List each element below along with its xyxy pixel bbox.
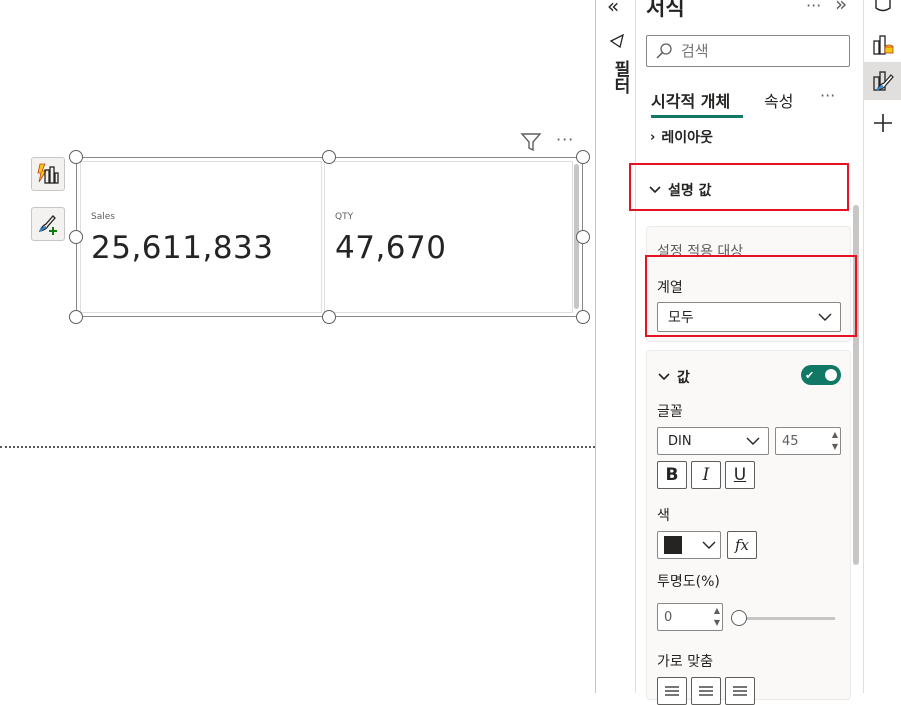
resize-handle-left[interactable] <box>69 230 83 244</box>
font-size-value: 45 <box>782 433 799 449</box>
alignment-label: 가로 맞춤 <box>657 654 713 670</box>
transparency-slider-track[interactable] <box>739 617 835 620</box>
add-pane-icon[interactable] <box>868 108 898 138</box>
build-visual-icon[interactable] <box>868 30 898 60</box>
align-right-icon <box>733 686 747 696</box>
align-center-button[interactable] <box>691 677 721 705</box>
transparency-slider-thumb[interactable] <box>731 610 747 626</box>
active-tab-indicator <box>651 115 743 118</box>
search-icon <box>656 43 672 59</box>
transparency-label: 투명도(%) <box>657 574 720 590</box>
data-pane-icon[interactable] <box>868 0 898 20</box>
card-value: 25,611,833 <box>91 230 274 266</box>
chevron-right-icon: › <box>650 130 656 145</box>
bold-button[interactable]: B <box>657 461 687 489</box>
stepper-arrows-icon[interactable]: ▲ ▼ <box>714 605 720 629</box>
checkmark-icon: ✔ <box>805 368 815 382</box>
chevron-down-icon <box>702 541 716 549</box>
color-label: 색 <box>657 508 670 524</box>
visual-lightning-icon <box>37 163 59 184</box>
resize-handle-top-right[interactable] <box>576 150 590 164</box>
values-title: 값 <box>677 370 690 386</box>
font-family-dropdown[interactable]: DIN <box>657 427 769 455</box>
visual-more-options[interactable]: ··· <box>556 130 574 149</box>
page-boundary-line <box>0 446 595 448</box>
resize-handle-bottom-right[interactable] <box>576 310 590 324</box>
transparency-value: 0 <box>664 609 673 625</box>
card-value: 47,670 <box>335 230 447 266</box>
filter-pane-label: 필터 <box>610 60 630 94</box>
tab-visual[interactable]: 시각적 개체 <box>651 88 730 112</box>
resize-handle-bottom[interactable] <box>322 310 336 324</box>
color-swatch <box>664 536 682 554</box>
values-card: 값 글꼴 DIN 45 ▲ ▼ B I U 색 fx 투명도(%) 0 ▲ ▼ 가로… <box>646 350 851 705</box>
quick-insights-button[interactable] <box>31 157 65 191</box>
collapse-pane-icon[interactable]: » <box>835 0 847 16</box>
chevron-down-icon <box>658 373 670 381</box>
expand-filters-icon[interactable]: « <box>607 0 619 18</box>
transparency-stepper[interactable]: 0 ▲ ▼ <box>657 603 723 631</box>
section-clip <box>636 122 853 130</box>
values-toggle[interactable]: ✔ <box>801 365 841 385</box>
font-size-stepper[interactable]: 45 ▲ ▼ <box>775 427 841 455</box>
stepper-arrows-icon[interactable]: ▲ ▼ <box>832 429 838 453</box>
card-qty[interactable]: QTY 47,670 <box>324 161 573 313</box>
filter-funnel-icon <box>609 33 624 52</box>
card-label: QTY <box>335 212 354 222</box>
italic-button[interactable]: I <box>691 461 721 489</box>
tab-general[interactable]: 속성 <box>764 88 793 112</box>
resize-handle-bottom-left[interactable] <box>69 310 83 324</box>
values-section-header[interactable]: 값 <box>657 367 690 387</box>
font-family-value: DIN <box>668 433 692 449</box>
color-picker[interactable] <box>657 531 721 559</box>
resize-handle-top[interactable] <box>322 150 336 164</box>
search-input[interactable] <box>679 41 839 61</box>
report-canvas[interactable] <box>0 0 595 693</box>
chevron-down-icon <box>746 437 760 445</box>
resize-handle-right[interactable] <box>576 230 590 244</box>
filter-visual-icon[interactable] <box>520 131 542 157</box>
tabs-more-options[interactable]: ··· <box>820 86 835 105</box>
align-right-button[interactable] <box>725 677 755 705</box>
highlight-box-series <box>645 255 857 337</box>
align-left-button[interactable] <box>657 677 687 705</box>
section-layout-label: 레이아웃 <box>661 130 713 146</box>
align-left-icon <box>665 686 679 696</box>
card-label: Sales <box>91 212 115 222</box>
highlight-box-callout <box>629 163 849 211</box>
card-sales[interactable]: Sales 25,611,833 <box>80 161 322 313</box>
pane-switcher-rail <box>863 0 901 693</box>
pane-more-options[interactable]: ··· <box>806 0 821 15</box>
paintbrush-add-icon <box>38 215 57 235</box>
font-label: 글꼴 <box>657 404 683 420</box>
conditional-format-button[interactable]: fx <box>727 531 757 559</box>
resize-handle-top-left[interactable] <box>69 150 83 164</box>
pane-title: 서식 <box>646 0 685 20</box>
align-center-icon <box>699 686 713 696</box>
format-visual-button[interactable] <box>31 207 65 241</box>
search-box[interactable] <box>646 35 850 67</box>
toggle-knob <box>825 369 837 381</box>
underline-button[interactable]: U <box>725 461 755 489</box>
format-visual-icon[interactable] <box>868 66 898 96</box>
section-layout[interactable]: › 레이아웃 <box>650 130 713 150</box>
filter-pane-collapsed[interactable]: « 필터 <box>595 0 635 693</box>
